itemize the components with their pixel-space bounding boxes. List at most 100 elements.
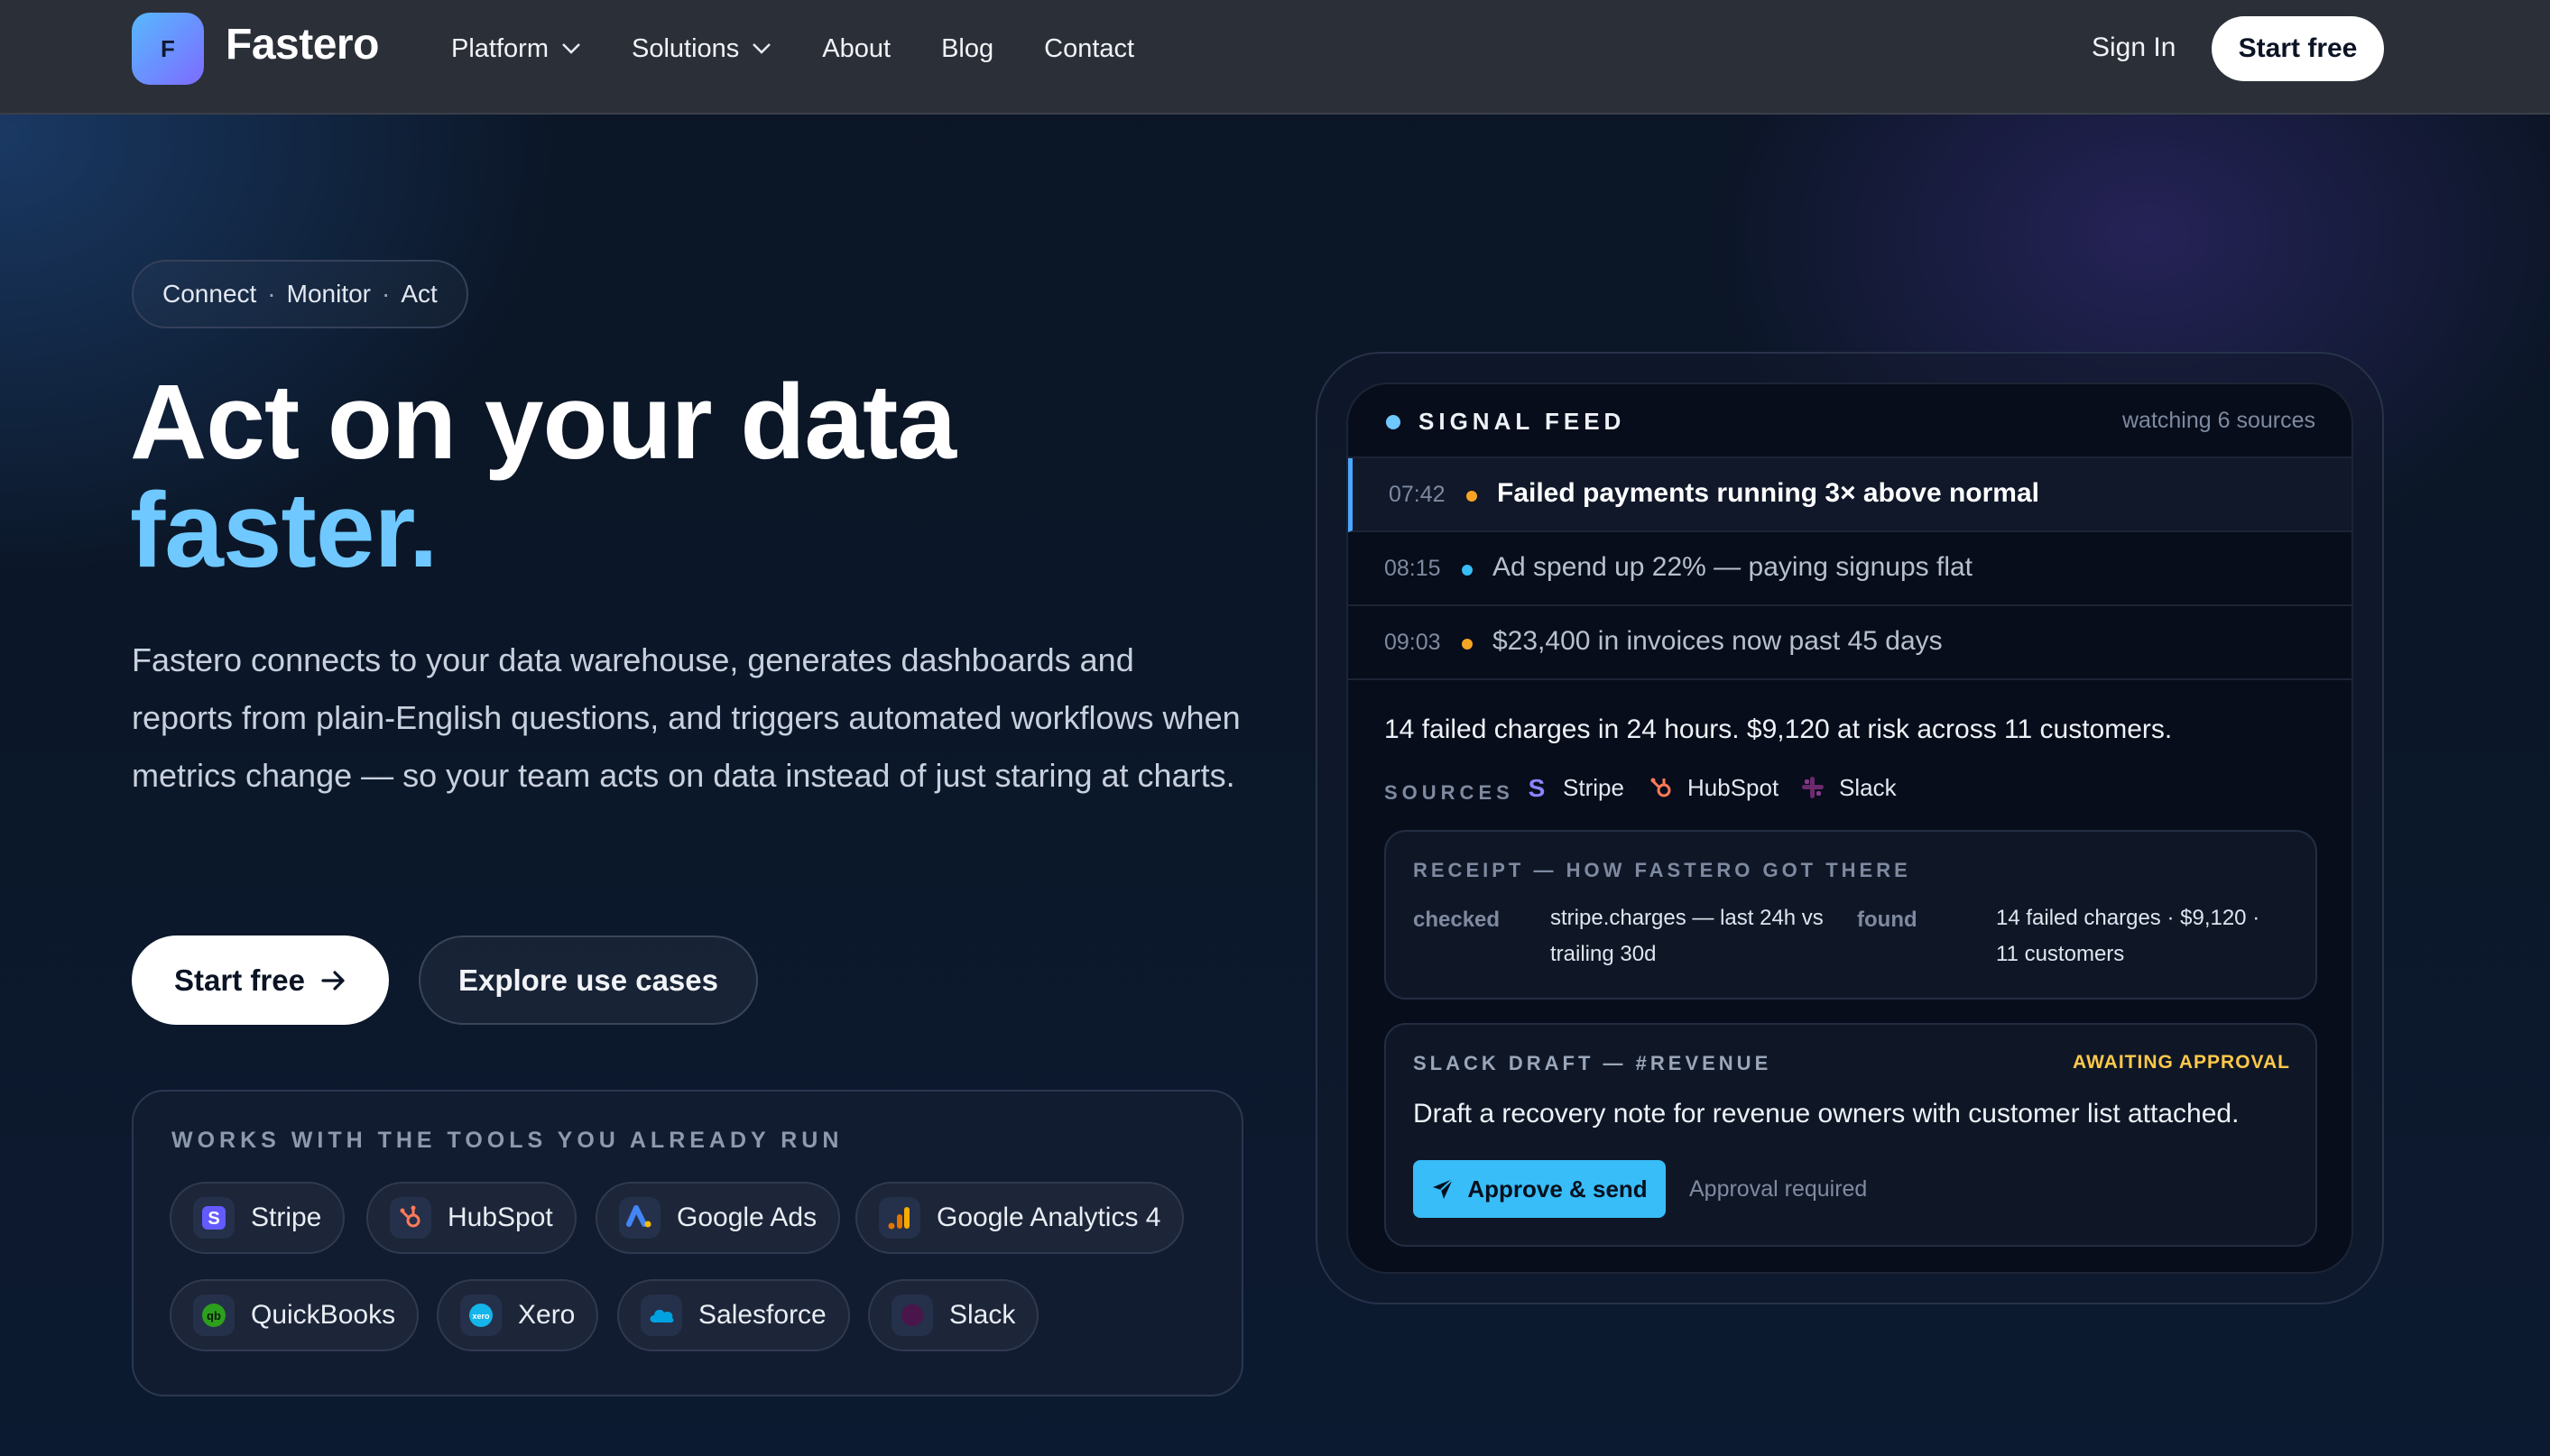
- source-stripe: S Stripe: [1521, 772, 1624, 803]
- source-name: Stripe: [1563, 773, 1624, 801]
- pill-separator: ·: [267, 280, 276, 308]
- tool-name: Google Analytics 4: [937, 1203, 1161, 1232]
- explore-use-cases-button[interactable]: Explore use cases: [419, 935, 758, 1025]
- receipt-title: RECEIPT — HOW FASTERO GOT THERE: [1413, 859, 1911, 881]
- approval-status-badge: AWAITING APPROVAL: [2072, 1052, 2290, 1073]
- xero-icon: xero: [460, 1295, 502, 1336]
- tool-name: Slack: [949, 1300, 1016, 1330]
- sources-label: SOURCES: [1384, 781, 1514, 804]
- source-slack: Slack: [1797, 772, 1897, 803]
- sign-in-link[interactable]: Sign In: [2092, 32, 2176, 63]
- integrations-title: WORKS WITH THE TOOLS YOU ALREADY RUN: [171, 1128, 844, 1153]
- nav-blog[interactable]: Blog: [941, 34, 993, 64]
- receipt-found-value-line2: 11 customers: [1996, 942, 2125, 966]
- tool-name: Google Ads: [677, 1203, 818, 1232]
- receipt-checked-value-line2: trailing 30d: [1550, 942, 1657, 966]
- nav-solutions-label: Solutions: [631, 33, 740, 63]
- feed-row-time: 09:03: [1384, 630, 1441, 655]
- nav-links: Platform Solutions About Blog Contact: [451, 0, 1185, 97]
- approve-send-button[interactable]: Approve & send: [1413, 1160, 1666, 1218]
- approve-send-label: Approve & send: [1467, 1175, 1648, 1203]
- tool-name: QuickBooks: [251, 1300, 396, 1330]
- slack-icon: [892, 1295, 933, 1336]
- stripe-icon: S: [1521, 772, 1552, 803]
- feed-row[interactable]: 09:03 $23,400 in invoices now past 45 da…: [1348, 606, 2351, 680]
- quickbooks-icon: qb: [193, 1295, 235, 1336]
- tool-chip-google-analytics[interactable]: Google Analytics 4: [855, 1182, 1185, 1254]
- tool-name: HubSpot: [448, 1203, 553, 1232]
- slack-icon: [1797, 772, 1828, 803]
- svg-text:xero: xero: [472, 1312, 490, 1321]
- nav-start-free-button[interactable]: Start free: [2212, 16, 2384, 81]
- draft-message: Draft a recovery note for revenue owners…: [1413, 1099, 2240, 1129]
- receipt-found-label: found: [1857, 908, 1917, 932]
- tool-name: Salesforce: [698, 1300, 827, 1330]
- top-navbar: F Fastero Platform Solutions About Blog …: [0, 0, 2550, 115]
- feed-row-text: Ad spend up 22% — paying signups flat: [1492, 552, 1973, 582]
- integrations-card: WORKS WITH THE TOOLS YOU ALREADY RUN S S…: [132, 1090, 1243, 1396]
- nav-solutions[interactable]: Solutions: [632, 34, 771, 64]
- slack-draft-card: SLACK DRAFT — #REVENUE AWAITING APPROVAL…: [1384, 1023, 2317, 1247]
- pill-monitor: Monitor: [286, 280, 371, 308]
- tool-chip-xero[interactable]: xero Xero: [437, 1279, 599, 1351]
- hero-description: Fastero connects to your data warehouse,…: [132, 641, 1241, 794]
- tool-chip-stripe[interactable]: S Stripe: [170, 1182, 346, 1254]
- source-hubspot: HubSpot: [1646, 772, 1779, 803]
- logo-letter: F: [161, 34, 175, 62]
- brand-name[interactable]: Fastero: [226, 20, 379, 69]
- hero-headline-accent: faster.: [130, 471, 439, 590]
- nav-about[interactable]: About: [822, 34, 891, 64]
- feed-row[interactable]: 08:15 Ad spend up 22% — paying signups f…: [1348, 532, 2351, 606]
- status-dot: [1462, 639, 1473, 650]
- feed-header: SIGNAL FEED watching 6 sources: [1348, 384, 2351, 458]
- google-ads-icon: [619, 1197, 661, 1239]
- approval-note: Approval required: [1689, 1176, 1868, 1202]
- svg-text:S: S: [1529, 774, 1546, 801]
- hubspot-icon: [390, 1197, 431, 1239]
- salesforce-icon: [641, 1295, 682, 1336]
- pill-act: Act: [401, 280, 438, 308]
- pill-separator: ·: [382, 280, 391, 308]
- feed-row-text: $23,400 in invoices now past 45 days: [1492, 626, 1943, 656]
- receipt-card: RECEIPT — HOW FASTERO GOT THERE checked …: [1384, 830, 2317, 1000]
- logo-icon[interactable]: F: [132, 13, 204, 85]
- start-free-label: Start free: [174, 963, 305, 997]
- receipt-checked-value-line1: stripe.charges — last 24h vs: [1550, 906, 1824, 930]
- status-dot: [1462, 565, 1473, 576]
- stripe-icon: S: [193, 1197, 235, 1239]
- signal-feed-panel: SIGNAL FEED watching 6 sources 07:42 Fai…: [1346, 382, 2353, 1274]
- nav-platform-label: Platform: [451, 33, 549, 63]
- hero-headline: Act on your data: [130, 363, 956, 482]
- feed-row-time: 07:42: [1389, 482, 1446, 507]
- tool-chip-quickbooks[interactable]: qb QuickBooks: [170, 1279, 420, 1351]
- send-icon: [1433, 1178, 1454, 1199]
- signal-summary: 14 failed charges in 24 hours. $9,120 at…: [1384, 714, 2173, 744]
- source-name: Slack: [1839, 773, 1897, 801]
- tool-chip-salesforce[interactable]: Salesforce: [617, 1279, 850, 1351]
- feed-title: SIGNAL FEED: [1418, 408, 1626, 435]
- tool-chip-slack[interactable]: Slack: [868, 1279, 1039, 1351]
- chevron-down-icon: [753, 43, 771, 54]
- svg-text:qb: qb: [207, 1309, 221, 1322]
- source-name: HubSpot: [1687, 773, 1779, 801]
- nav-platform[interactable]: Platform: [451, 34, 581, 64]
- tool-chip-hubspot[interactable]: HubSpot: [366, 1182, 577, 1254]
- live-indicator-dot: [1386, 415, 1400, 429]
- nav-contact[interactable]: Contact: [1044, 34, 1134, 64]
- feed-watching-count: watching 6 sources: [2121, 408, 2315, 433]
- feed-row-time: 08:15: [1384, 556, 1441, 581]
- draft-title: SLACK DRAFT — #REVENUE: [1413, 1052, 1772, 1074]
- hubspot-icon: [1646, 772, 1677, 803]
- feed-row[interactable]: 07:42 Failed payments running 3× above n…: [1348, 458, 2351, 532]
- status-dot: [1466, 491, 1477, 502]
- svg-text:S: S: [208, 1209, 219, 1229]
- google-analytics-icon: [879, 1197, 920, 1239]
- start-free-button[interactable]: Start free: [132, 935, 389, 1025]
- tool-name: Stripe: [251, 1203, 322, 1232]
- tagline-pill: Connect · Monitor · Act: [132, 260, 468, 328]
- tool-name: Xero: [518, 1300, 576, 1330]
- pill-connect: Connect: [162, 280, 257, 308]
- tool-chip-google-ads[interactable]: Google Ads: [596, 1182, 841, 1254]
- chevron-down-icon: [562, 43, 580, 54]
- feed-row-text: Failed payments running 3× above normal: [1497, 478, 2039, 508]
